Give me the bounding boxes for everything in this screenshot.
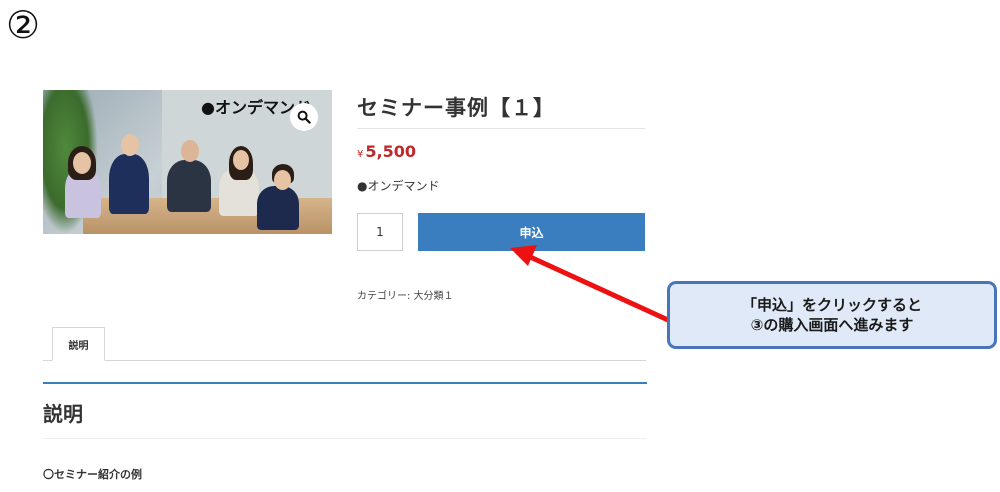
- product-price: ¥5,500: [357, 142, 416, 161]
- product-variant: ●オンデマンド: [357, 179, 440, 193]
- person-head: [233, 150, 249, 170]
- person-head: [73, 152, 91, 174]
- instruction-callout: 「申込」をクリックすると ③の購入画面へ進みます: [667, 281, 997, 349]
- title-divider: [357, 128, 645, 129]
- callout-line-1: 「申込」をクリックすると: [741, 296, 922, 314]
- person-figure: [109, 154, 149, 214]
- product-image[interactable]: ●オンデマンド: [43, 90, 332, 234]
- callout-line-2: ③の購入画面へ進みます: [750, 316, 914, 334]
- person-figure: [257, 186, 299, 230]
- price-value: 5,500: [365, 142, 416, 161]
- magnifier-icon-glyph: [297, 110, 311, 124]
- magnifier-icon[interactable]: [290, 103, 318, 131]
- tabs-baseline: [43, 360, 646, 361]
- tab-description[interactable]: 説明: [52, 327, 105, 361]
- arrow-shaft: [525, 253, 671, 323]
- product-title: セミナー事例【１】: [357, 96, 555, 120]
- description-text: 〇セミナー紹介の例: [43, 468, 142, 481]
- description-heading: 説明: [43, 402, 83, 426]
- person-head: [121, 134, 139, 156]
- product-category: カテゴリー: 大分類１: [357, 291, 454, 302]
- apply-button[interactable]: 申込: [418, 213, 645, 251]
- person-head: [181, 140, 199, 162]
- step-number: ②: [6, 3, 41, 47]
- description-top-rule: [43, 382, 647, 384]
- quantity-input[interactable]: 1: [357, 213, 403, 251]
- price-currency: ¥: [357, 149, 364, 160]
- description-divider: [43, 438, 647, 439]
- person-head: [274, 170, 291, 190]
- person-figure: [167, 160, 211, 212]
